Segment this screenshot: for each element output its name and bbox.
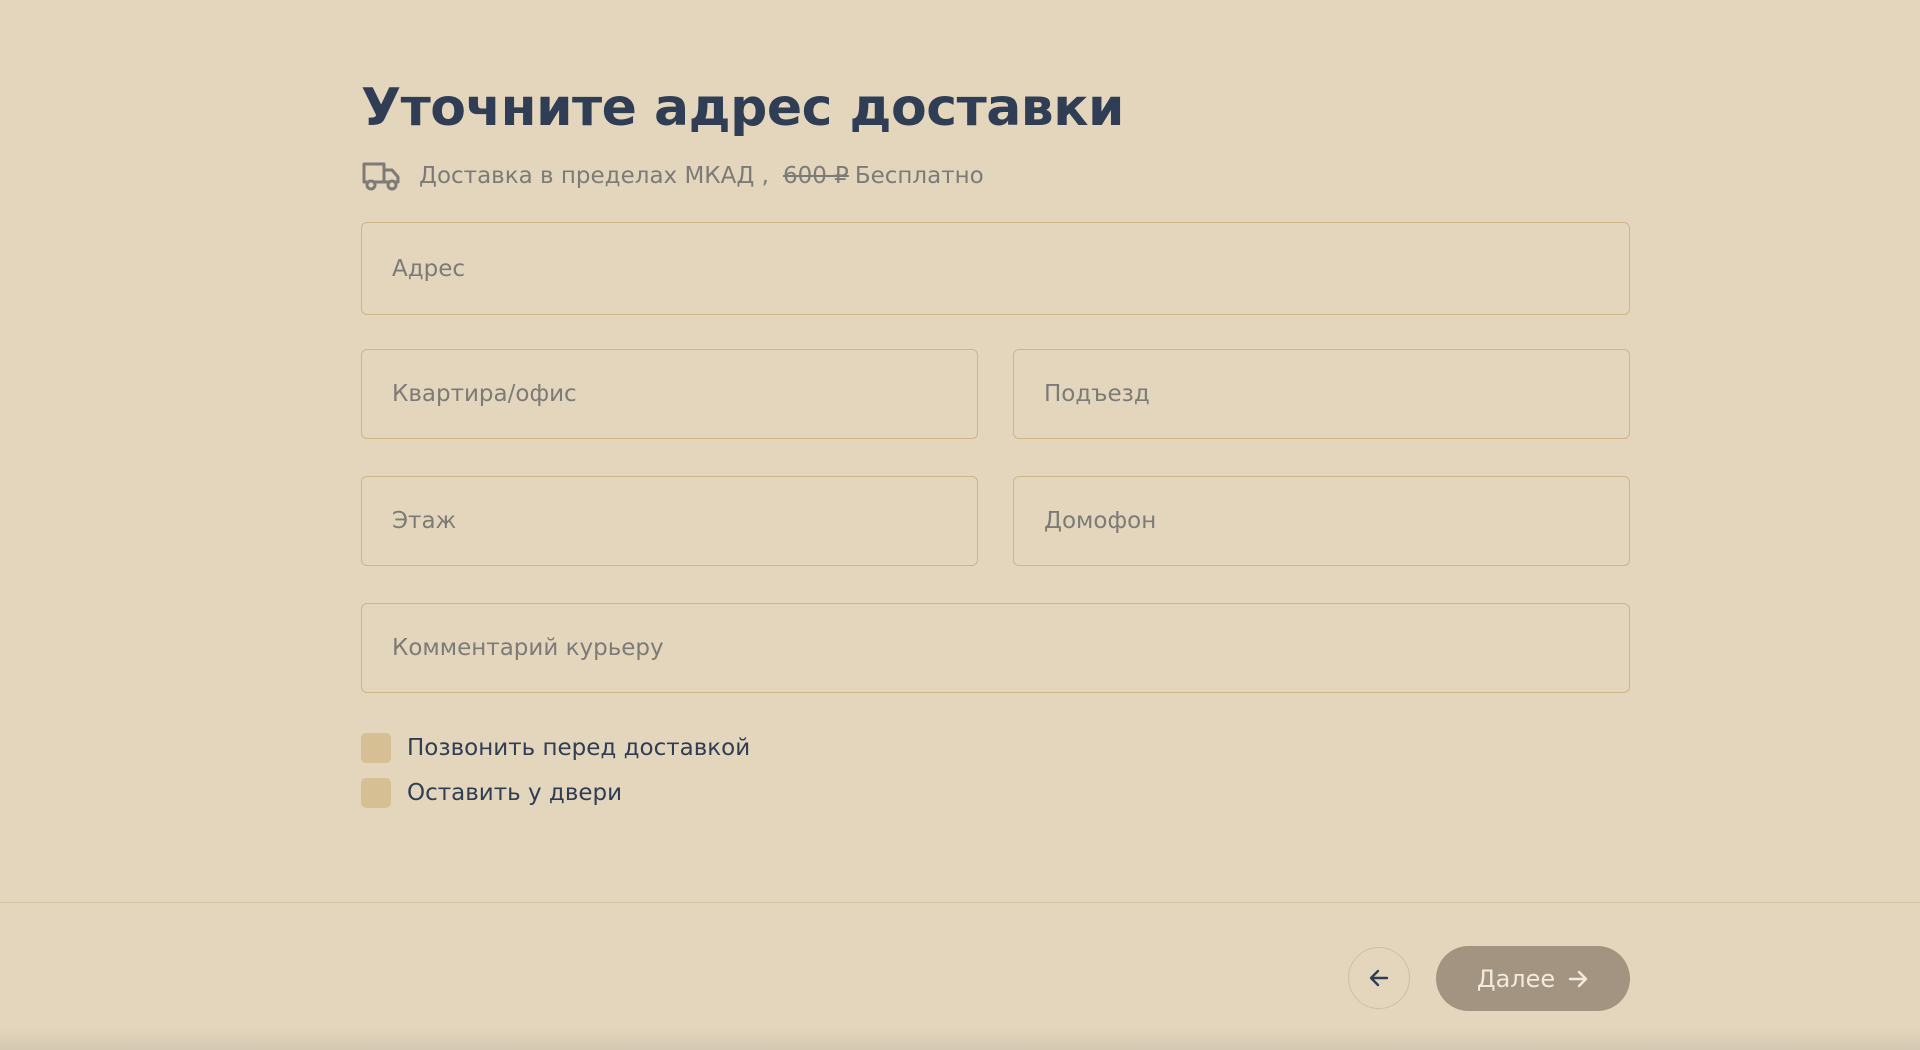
next-button-label: Далее: [1476, 964, 1556, 993]
courier-comment-input[interactable]: [361, 603, 1630, 693]
page-title: Уточните адрес доставки: [361, 78, 1124, 138]
delivery-zone-text: Доставка в пределах МКАД ,: [419, 163, 769, 189]
call-before-label: Позвонить перед доставкой: [407, 735, 751, 761]
address-input[interactable]: [361, 222, 1630, 315]
old-delivery-price: 600 ₽: [782, 163, 849, 189]
leave-at-door-checkbox[interactable]: [361, 778, 391, 808]
next-button[interactable]: Далее: [1436, 946, 1630, 1011]
back-button[interactable]: [1348, 947, 1410, 1009]
arrow-left-icon: [1368, 967, 1390, 989]
entrance-input[interactable]: [1013, 349, 1630, 439]
delivery-info: Доставка в пределах МКАД , 600 ₽ Бесплат…: [361, 160, 984, 192]
floor-input[interactable]: [361, 476, 978, 566]
truck-icon: [361, 160, 401, 192]
bottom-shadow: [0, 1028, 1920, 1050]
call-before-checkbox[interactable]: [361, 733, 391, 763]
arrow-right-icon: [1567, 968, 1589, 990]
apartment-input[interactable]: [361, 349, 978, 439]
leave-at-door-option[interactable]: Оставить у двери: [361, 778, 622, 808]
footer-divider: [0, 902, 1920, 903]
intercom-input[interactable]: [1013, 476, 1630, 566]
delivery-price: Бесплатно: [854, 163, 984, 189]
leave-at-door-label: Оставить у двери: [407, 780, 623, 806]
call-before-option[interactable]: Позвонить перед доставкой: [361, 733, 750, 763]
